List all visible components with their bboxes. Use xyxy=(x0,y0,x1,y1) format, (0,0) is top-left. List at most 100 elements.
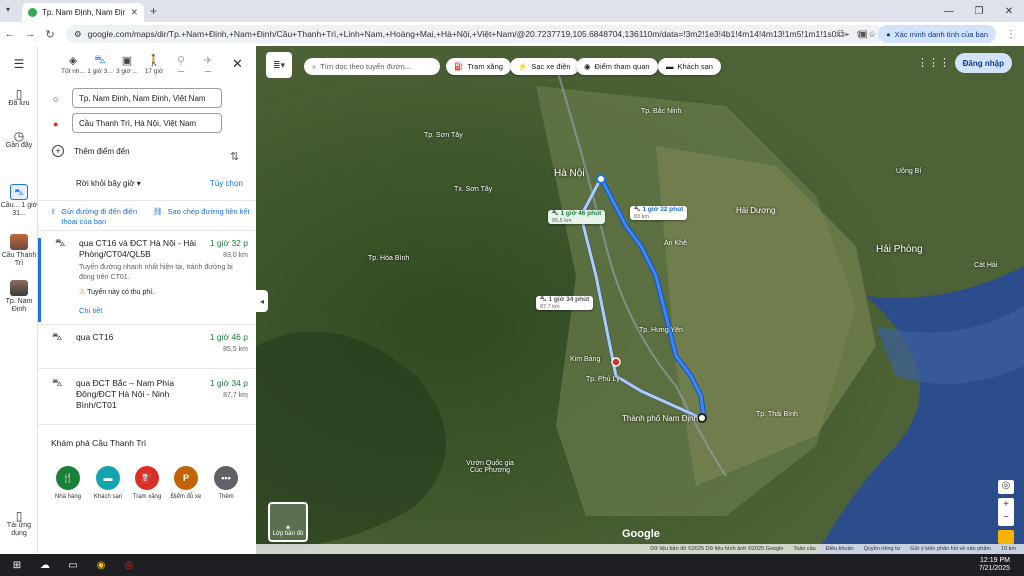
mode-walk[interactable]: 🚶 17 giờ xyxy=(141,54,167,84)
google-logo: Google xyxy=(622,528,660,540)
get-app-button[interactable]: ▯ Tải ứng dụng xyxy=(0,509,38,538)
close-directions-icon[interactable]: ✕ xyxy=(232,56,243,72)
details-link[interactable]: Chi tiết xyxy=(79,306,102,315)
chip-ev[interactable]: ⚡ Sạc xe điện xyxy=(510,58,579,75)
mode-flight[interactable]: ✈ — xyxy=(195,54,221,84)
city-label: Hải Dương xyxy=(736,206,776,215)
route-option[interactable]: ⛍ qua ĐCT Bắc – Nam Phía Đông/ĐCT Hà Nội… xyxy=(38,378,256,422)
zoom-in-button[interactable]: + xyxy=(998,498,1014,511)
add-stop-button[interactable]: + Thêm điểm đến xyxy=(52,145,130,157)
new-tab-button[interactable]: + xyxy=(150,4,157,18)
car-icon: ⛍ xyxy=(52,378,63,389)
options-button[interactable]: Tùy chọn xyxy=(210,179,243,188)
gas-icon: ⛽ xyxy=(135,466,159,490)
origin-input[interactable]: Tp. Nam Định, Nam Định, Việt Nam xyxy=(72,88,222,108)
route-time-badge[interactable]: ⛍ 1 giờ 32 phút 83 km xyxy=(630,206,688,220)
recent-button[interactable]: ◷ Gần đây xyxy=(0,130,38,150)
swap-icon[interactable]: ⇅ xyxy=(230,150,239,163)
files-icon[interactable]: ▭ xyxy=(62,556,84,574)
toll-warning: ⚠ Tuyến này có thu phí. xyxy=(79,289,155,296)
camera-icon: ◉ xyxy=(584,62,591,71)
send-to-phone-button[interactable]: ⇪ Gửi đường đi đến điện thoại của bạn xyxy=(50,207,147,227)
route-time: 1 giờ 46 p xyxy=(209,332,248,342)
collapse-panel-button[interactable]: ◂ xyxy=(256,290,268,312)
explore-more[interactable]: ••• Thêm xyxy=(206,466,246,500)
chrome-icon[interactable]: ◉ xyxy=(90,556,112,574)
ev-charger-icon: ⚡ xyxy=(518,62,528,71)
footer-feedback[interactable]: Gửi ý kiến phản hồi về sản phẩm xyxy=(910,546,991,552)
footer-privacy[interactable]: Quyền riêng tư xyxy=(864,546,901,552)
maximize-button[interactable]: ❐ xyxy=(964,0,994,22)
chip-attractions[interactable]: ◉ Điểm tham quan xyxy=(576,58,658,75)
car-icon: ⛍ xyxy=(540,296,547,303)
footer-terms[interactable]: Điều khoản xyxy=(826,546,854,552)
recent-place-item[interactable]: Tp. Nam Định xyxy=(0,280,38,314)
route-distance: 85,5 km xyxy=(223,346,248,353)
clock[interactable]: 12:19 PM 7/21/2025 xyxy=(979,557,1010,573)
destination-input[interactable]: Cầu Thanh Trì, Hà Nội, Việt Nam xyxy=(72,113,222,133)
explore-restaurants[interactable]: 🍴 Nhà hàng xyxy=(48,466,88,500)
footer-global[interactable]: Toàn cầu xyxy=(793,546,815,552)
apps-grid-icon[interactable]: ⋮⋮⋮ xyxy=(917,56,950,69)
share-row: ⇪ Gửi đường đi đến điện thoại của bạn ⛓ Sa… xyxy=(50,207,250,227)
mode-car[interactable]: ⛍ 1 giờ 3... xyxy=(87,54,113,84)
city-label: Hải Phòng xyxy=(876,244,923,255)
route-search-input[interactable]: ⌕ Tìm dọc theo tuyến đườn... xyxy=(304,58,440,75)
mode-transit[interactable]: ▣ 3 giờ ... xyxy=(114,54,140,84)
place-label: Uông Bí xyxy=(896,168,922,175)
copy-link-button[interactable]: ⛓ Sao chép đường liên kết xyxy=(153,207,250,227)
route-option[interactable]: ⛍ qua CT16 và ĐCT Hà Nội - Hải Phòng/CT0… xyxy=(38,238,256,322)
explore-parking[interactable]: P Điểm đỗ xe xyxy=(166,466,206,500)
chip-gas[interactable]: ⛽ Trạm xăng xyxy=(446,58,511,75)
satellite-map[interactable]: ≣▾ ⌕ Tìm dọc theo tuyến đườn... ⛽ Trạm xăn… xyxy=(256,46,1024,554)
route-lines xyxy=(578,174,707,423)
explore-gas[interactable]: ⛽ Trạm xăng xyxy=(127,466,167,500)
my-location-icon[interactable]: ◎ xyxy=(998,480,1014,494)
address-bar[interactable]: ⚙ google.com/maps/dir/Tp.+Nam+Định,+Nam+… xyxy=(66,25,884,43)
app-icon[interactable]: ◎ xyxy=(118,556,140,574)
bed-icon: ▬ xyxy=(666,62,674,71)
start-icon[interactable]: ⊞ xyxy=(6,556,28,574)
site-info-icon[interactable]: ⚙ xyxy=(74,29,82,40)
forward-icon[interactable]: → xyxy=(20,28,40,40)
recent-directions-item[interactable]: ⛍ Cầu... 1 giờ 31... xyxy=(0,184,38,218)
zoom-out-button[interactable]: − xyxy=(998,511,1014,524)
route-time-badge[interactable]: ⛍ 1 giờ 46 phút 85,5 km xyxy=(548,210,606,224)
directions-panel: ◈ Tốt nh... ⛍ 1 giờ 3... ▣ 3 giờ ... 🚶 17 gi… xyxy=(38,46,256,554)
route-option[interactable]: ⛍ qua CT16 1 giờ 46 p 85,5 km xyxy=(38,332,256,368)
sidepanel-icon[interactable]: ▣ xyxy=(856,27,870,41)
layers-button[interactable]: ◈ Lớp bản đồ xyxy=(268,502,308,542)
tab-search-icon[interactable]: ▾ xyxy=(6,5,18,17)
scale-bar[interactable]: 10 km xyxy=(1001,546,1016,552)
explore-hotels[interactable]: ▬ Khách sạn xyxy=(88,466,128,500)
chip-hotels[interactable]: ▬ Khách sạn xyxy=(658,58,721,75)
destination-pin-icon: ● xyxy=(53,119,59,129)
url-text: google.com/maps/dir/Tp.+Nam+Định,+Nam+Đị… xyxy=(87,29,839,39)
route-time-badge[interactable]: ⛍ 1 giờ 34 phút 87,7 km xyxy=(536,296,594,310)
saved-button[interactable]: ▯ Đã lưu xyxy=(0,87,38,108)
close-window-button[interactable]: ✕ xyxy=(994,0,1024,22)
bookmark-icon: ▯ xyxy=(15,87,23,101)
reload-icon[interactable]: ↻ xyxy=(40,28,60,41)
extensions-icon[interactable]: ⧉ xyxy=(834,27,848,41)
close-tab-icon[interactable]: ✕ xyxy=(130,7,138,18)
phone-icon: ▯ xyxy=(15,509,23,523)
browser-tab[interactable]: Tp. Nam Định, Nam Định đến C ✕ xyxy=(22,3,144,22)
search-icon: ⌕ xyxy=(312,61,317,71)
back-icon[interactable]: ← xyxy=(0,28,20,40)
minimize-button[interactable]: — xyxy=(934,0,964,22)
signin-button[interactable]: Đăng nhập xyxy=(954,53,1012,73)
recent-place-item[interactable]: Cầu Thanh Trì xyxy=(0,234,38,268)
menu-hamburger-icon[interactable]: ☰ xyxy=(0,58,38,70)
mode-bike[interactable]: ⚲ — xyxy=(168,54,194,84)
layer-toggle-icon[interactable]: ≣▾ xyxy=(266,52,292,78)
pegman-icon[interactable] xyxy=(998,530,1014,544)
car-icon: ⛍ xyxy=(10,184,28,200)
menu-dots-icon[interactable]: ⋮ xyxy=(1004,27,1018,41)
bike-icon: ⚲ xyxy=(176,55,186,67)
leave-now-dropdown[interactable]: Rời khỏi bây giờ ▾ xyxy=(76,179,141,188)
weather-icon[interactable]: ☁ xyxy=(34,556,56,574)
city-label: Thành phố Nam Định xyxy=(622,414,699,423)
verify-identity-button[interactable]: ● Xác minh danh tính của bạn xyxy=(878,25,996,43)
mode-best[interactable]: ◈ Tốt nh... xyxy=(60,54,86,84)
